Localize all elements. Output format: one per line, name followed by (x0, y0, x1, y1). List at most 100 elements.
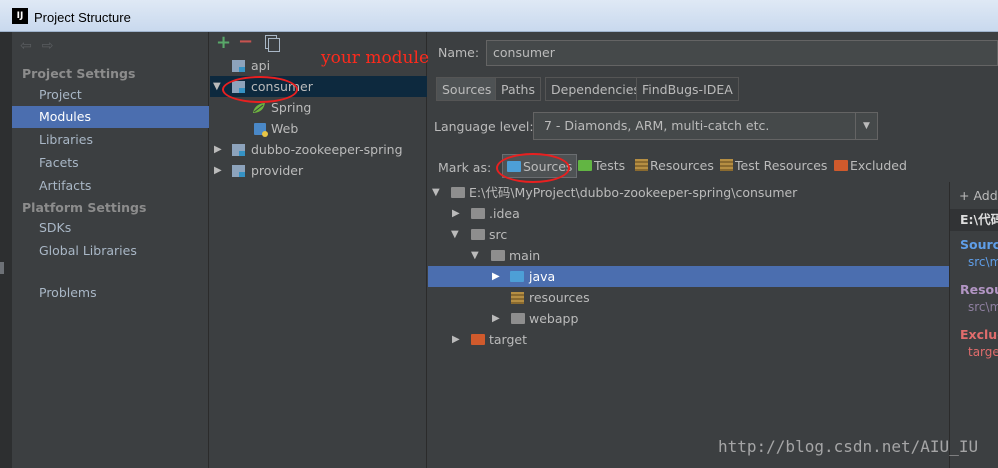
language-level-select[interactable]: 7 - Diamonds, ARM, multi-catch etc. ▼ (533, 112, 878, 140)
module-settings-panel: Name: consumer Sources Paths Dependencie… (428, 32, 998, 468)
tree-row-webapp[interactable]: ▶ webapp (428, 308, 949, 329)
expand-arrow-right-icon[interactable]: ▶ (492, 266, 500, 287)
expand-arrow-right-icon[interactable]: ▶ (452, 329, 460, 350)
tree-row-resources[interactable]: resources (428, 287, 949, 308)
expand-arrow-right-icon[interactable]: ▶ (214, 160, 222, 181)
sidebar-item-sdks[interactable]: SDKs (12, 217, 209, 239)
tree-label: webapp (529, 311, 579, 326)
intellij-app-icon: IJ (12, 8, 28, 24)
folder-icon (471, 229, 485, 240)
folder-icon (471, 208, 485, 219)
module-name-input[interactable]: consumer (486, 40, 998, 66)
window-titlebar: IJ Project Structure (0, 0, 998, 32)
expand-arrow-down-icon[interactable]: ▼ (451, 224, 459, 245)
mark-as-test-resources-label: Test Resources (735, 158, 828, 173)
content-root-tree: ▼ E:\代码\MyProject\dubbo-zookeeper-spring… (428, 182, 949, 468)
tree-row-idea[interactable]: ▶ .idea (428, 203, 949, 224)
forward-arrow-icon[interactable]: ⇨ (42, 38, 54, 54)
tree-row-java[interactable]: ▶ java (428, 266, 949, 287)
excluded-folder-icon (834, 160, 848, 171)
spring-leaf-icon (253, 103, 265, 113)
module-label: provider (251, 163, 304, 178)
tree-row-src[interactable]: ▼ src (428, 224, 949, 245)
sidebar-item-global-libraries[interactable]: Global Libraries (12, 240, 209, 262)
edge-marker (0, 262, 4, 274)
tree-label: target (489, 332, 528, 347)
sidebar-item-project[interactable]: Project (12, 84, 209, 106)
folder-icon (451, 187, 465, 198)
resource-folders-heading: Resou (960, 282, 998, 297)
sidebar-item-modules[interactable]: Modules (12, 106, 209, 128)
expand-arrow-down-icon[interactable]: ▼ (471, 245, 479, 266)
nav-arrows: ⇦ ⇨ (20, 38, 63, 54)
tree-label: .idea (489, 206, 520, 221)
project-settings-header: Project Settings (22, 66, 136, 81)
tree-row-content-root[interactable]: ▼ E:\代码\MyProject\dubbo-zookeeper-spring… (428, 182, 949, 203)
resources-folder-icon (635, 159, 648, 171)
module-icon (232, 60, 245, 72)
mark-as-tests-button[interactable]: Tests (578, 154, 625, 178)
tab-findbugs-idea[interactable]: FindBugs-IDEA (636, 77, 739, 101)
mark-as-test-resources-button[interactable]: Test Resources (720, 154, 827, 178)
watermark-url: http://blog.csdn.net/AIU_IU (718, 437, 979, 456)
platform-settings-header: Platform Settings (22, 200, 147, 215)
tab-paths[interactable]: Paths (495, 77, 541, 101)
facet-item-web[interactable]: Web (210, 118, 427, 139)
tab-dependencies[interactable]: Dependencies (545, 77, 646, 101)
window-title: Project Structure (34, 10, 131, 25)
tree-row-target[interactable]: ▶ target (428, 329, 949, 350)
tree-label: src (489, 227, 508, 242)
settings-sidebar: ⇦ ⇨ Project Settings Project Modules Libr… (12, 32, 209, 468)
language-level-label: Language level: (434, 119, 534, 134)
expand-arrow-down-icon[interactable]: ▼ (432, 182, 440, 203)
add-module-icon[interactable]: + (216, 32, 231, 53)
dropdown-arrow-icon[interactable]: ▼ (855, 113, 877, 139)
source-folder-icon (510, 271, 524, 282)
expand-arrow-down-icon[interactable]: ▼ (213, 76, 221, 97)
resources-folder-icon (511, 292, 524, 304)
excluded-folder-path[interactable]: targe (968, 345, 998, 359)
mark-as-tests-label: Tests (594, 158, 626, 173)
source-folder-path[interactable]: src\m (968, 255, 998, 269)
module-label: api (251, 58, 271, 73)
tree-row-main[interactable]: ▼ main (428, 245, 949, 266)
tab-sources[interactable]: Sources (436, 77, 498, 101)
content-roots-panel: + Add E:\代码 Source src\m Resou src\m Exc… (949, 182, 998, 468)
module-icon (232, 165, 245, 177)
sidebar-item-facets[interactable]: Facets (12, 152, 209, 174)
mark-as-label: Mark as: (438, 160, 492, 175)
add-content-root-button[interactable]: + Add (959, 188, 998, 203)
web-facet-icon (254, 123, 268, 137)
excluded-folder-icon (471, 334, 485, 345)
highlight-ellipse-sources (496, 153, 570, 183)
language-level-value: 7 - Diamonds, ARM, multi-catch etc. (544, 118, 770, 133)
folder-icon (491, 250, 505, 261)
expand-arrow-right-icon[interactable]: ▶ (492, 308, 500, 329)
test-resources-folder-icon (720, 159, 733, 171)
highlight-ellipse-consumer (222, 76, 298, 103)
sidebar-item-artifacts[interactable]: Artifacts (12, 175, 209, 197)
name-label: Name: (438, 45, 480, 60)
tree-label: resources (529, 290, 590, 305)
sidebar-item-problems[interactable]: Problems (12, 282, 209, 304)
remove-module-icon[interactable]: − (238, 31, 253, 52)
mark-as-excluded-button[interactable]: Excluded (834, 154, 907, 178)
module-item-provider[interactable]: ▶ provider (210, 160, 427, 181)
left-edge-strip (0, 32, 12, 468)
source-folders-heading: Source (960, 237, 998, 252)
mark-as-resources-button[interactable]: Resources (635, 154, 714, 178)
expand-arrow-right-icon[interactable]: ▶ (452, 203, 460, 224)
tree-label: E:\代码\MyProject\dubbo-zookeeper-spring\c… (469, 185, 798, 200)
module-icon (232, 144, 245, 156)
sidebar-item-libraries[interactable]: Libraries (12, 129, 209, 151)
module-item-dubbo-zookeeper-spring[interactable]: ▶ dubbo-zookeeper-spring (210, 139, 427, 160)
resource-folder-path[interactable]: src\m (968, 300, 998, 314)
tree-label: java (529, 269, 556, 284)
expand-arrow-right-icon[interactable]: ▶ (214, 139, 222, 160)
mark-as-resources-label: Resources (650, 158, 714, 173)
copy-module-icon[interactable] (265, 35, 280, 52)
annotation-your-module: your module (321, 48, 430, 68)
content-root-path-header: E:\代码 (950, 209, 998, 231)
module-label: dubbo-zookeeper-spring (251, 142, 403, 157)
back-arrow-icon[interactable]: ⇦ (20, 38, 32, 54)
